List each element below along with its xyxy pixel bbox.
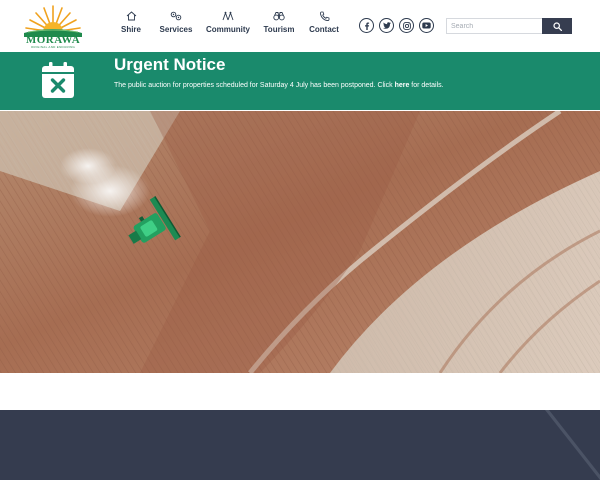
site-header: MORAWA ORIGINAL AND ENDURING Shire Servi…: [0, 0, 600, 52]
footer-band: [0, 410, 600, 480]
nav-shire-label: Shire: [120, 25, 141, 34]
search-input[interactable]: [446, 18, 542, 34]
nav-services-label: Services: [159, 25, 193, 34]
search-button[interactable]: [542, 18, 572, 34]
nav-contact[interactable]: Contact: [304, 10, 344, 40]
social-links: [359, 18, 439, 33]
logo-tagline: ORIGINAL AND ENDURING: [30, 45, 76, 49]
home-icon: [126, 10, 137, 22]
community-icon: [222, 10, 234, 22]
page: MORAWA ORIGINAL AND ENDURING Shire Servi…: [0, 0, 600, 480]
notice-details-link[interactable]: here: [395, 82, 410, 89]
twitter-icon[interactable]: [379, 18, 394, 33]
youtube-icon[interactable]: [419, 18, 434, 33]
binoculars-icon: [273, 10, 285, 22]
nav-community[interactable]: Community: [202, 10, 254, 40]
notice-text-after: for details.: [409, 82, 444, 89]
search-bar: [446, 18, 572, 34]
nav-community-label: Community: [206, 25, 250, 34]
nav-tourism-label: Tourism: [263, 25, 295, 34]
site-logo[interactable]: MORAWA ORIGINAL AND ENDURING: [22, 3, 84, 49]
calendar-cancel-icon: [42, 62, 74, 103]
facebook-icon[interactable]: [359, 18, 374, 33]
notice-title: Urgent Notice: [114, 55, 226, 74]
services-icon: [170, 10, 182, 22]
urgent-notice-banner: Urgent Notice The public auction for pro…: [0, 52, 600, 110]
hero-image: [0, 111, 600, 373]
phone-icon: [319, 10, 330, 22]
instagram-icon[interactable]: [399, 18, 414, 33]
footer-decoration: [545, 410, 600, 480]
nav-tourism[interactable]: Tourism: [259, 10, 299, 40]
main-nav: Shire Services Community Tourism Contact: [112, 10, 344, 40]
notice-text: The public auction for properties schedu…: [114, 82, 444, 89]
nav-services[interactable]: Services: [155, 10, 197, 40]
nav-contact-label: Contact: [309, 25, 339, 34]
sun-logo-icon: [24, 5, 82, 42]
aerial-harvester-field-image: [0, 111, 600, 373]
search-icon: [552, 21, 562, 31]
nav-shire[interactable]: Shire: [112, 10, 150, 40]
notice-text-before: The public auction for properties schedu…: [114, 82, 395, 89]
